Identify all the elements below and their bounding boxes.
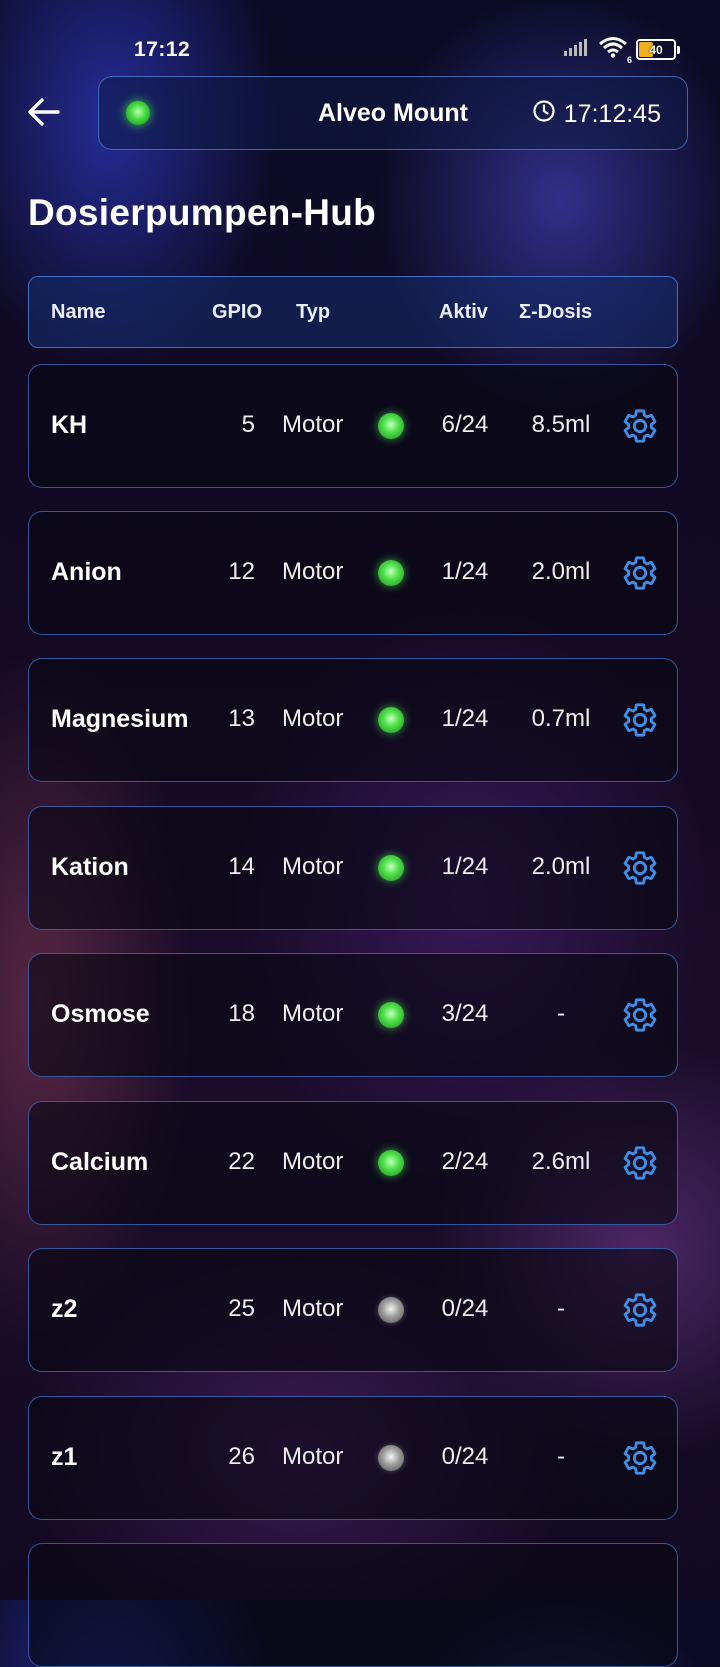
battery-icon: 40 (636, 39, 680, 60)
pump-gpio: 5 (241, 411, 255, 438)
pump-gpio: 13 (228, 705, 255, 732)
clock-time: 17:12:45 (563, 100, 661, 128)
status-led-icon (378, 560, 404, 586)
wifi-icon: 6 (598, 36, 632, 65)
status-led-icon (378, 1150, 404, 1176)
pump-name: Osmose (51, 1000, 150, 1028)
gear-icon[interactable] (621, 554, 659, 592)
status-led-icon (378, 413, 404, 439)
pump-dose: 0.7ml (531, 705, 591, 732)
pump-type: Motor (282, 1295, 344, 1322)
pump-dose: 8.5ml (531, 411, 591, 438)
header-clock: 17:12:45 (532, 99, 661, 130)
gear-icon[interactable] (621, 1439, 659, 1477)
page-title: Dosierpumpen-Hub (28, 192, 377, 233)
pump-name: Calcium (51, 1148, 149, 1176)
pump-gpio: 14 (228, 853, 255, 880)
pump-dose: - (557, 1000, 565, 1027)
table-row[interactable] (28, 1543, 678, 1667)
table-row[interactable]: Osmose 18 Motor 3/24 - (28, 953, 678, 1077)
pump-gpio: 18 (228, 1000, 255, 1027)
pump-dose: 2.6ml (531, 1148, 591, 1175)
table-row[interactable]: z1 26 Motor 0/24 - (28, 1396, 678, 1520)
pump-dose: - (557, 1443, 565, 1470)
pump-name: Anion (51, 558, 122, 586)
status-led-icon (378, 1002, 404, 1028)
column-header-name: Name (51, 301, 106, 323)
pump-name: Magnesium (51, 705, 189, 733)
clock-icon (532, 99, 556, 130)
status-led-icon (378, 707, 404, 733)
pump-type: Motor (282, 411, 344, 438)
gear-icon[interactable] (621, 1291, 659, 1329)
gear-icon[interactable] (621, 407, 659, 445)
pump-aktiv: 1/24 (441, 705, 489, 732)
status-icons: 6 40 (564, 36, 680, 65)
status-led-icon (378, 1297, 404, 1323)
table-row[interactable]: Calcium 22 Motor 2/24 2.6ml (28, 1101, 678, 1225)
pump-dose: - (557, 1295, 565, 1322)
pump-aktiv: 2/24 (441, 1148, 489, 1175)
pump-type: Motor (282, 1148, 344, 1175)
column-header-gpio: GPIO (212, 301, 263, 323)
signal-icon (564, 38, 590, 61)
arrow-left-icon (27, 97, 61, 132)
pump-name: z1 (51, 1443, 78, 1471)
column-header-dosis: Σ-Dosis (519, 301, 593, 323)
pump-gpio: 22 (228, 1148, 255, 1175)
status-time: 17:12 (134, 38, 191, 61)
pump-name: Kation (51, 853, 129, 881)
table-row[interactable]: KH 5 Motor 6/24 8.5ml (28, 364, 678, 488)
column-header-aktiv: Aktiv (439, 301, 488, 323)
pump-gpio: 12 (228, 558, 255, 585)
pump-aktiv: 0/24 (441, 1443, 489, 1470)
pump-aktiv: 0/24 (441, 1295, 489, 1322)
pump-dose: 2.0ml (531, 853, 591, 880)
pump-name: z2 (51, 1295, 78, 1323)
device-header: Alveo Mount 17:12:45 (98, 76, 688, 150)
gear-icon[interactable] (621, 1144, 659, 1182)
table-row[interactable]: z2 25 Motor 0/24 - (28, 1248, 678, 1372)
gear-icon[interactable] (621, 849, 659, 887)
pump-type: Motor (282, 705, 344, 732)
table-row[interactable]: Magnesium 13 Motor 1/24 0.7ml (28, 658, 678, 782)
pump-gpio: 26 (228, 1443, 255, 1470)
table-header: Name GPIO Typ Aktiv Σ-Dosis (28, 276, 678, 348)
wifi-label: 6 (626, 55, 632, 65)
table-row[interactable]: Anion 12 Motor 1/24 2.0ml (28, 511, 678, 635)
pump-aktiv: 6/24 (441, 411, 489, 438)
pump-aktiv: 3/24 (441, 1000, 489, 1027)
status-led-icon (378, 855, 404, 881)
back-button[interactable] (22, 92, 66, 136)
pump-aktiv: 1/24 (441, 853, 489, 880)
pump-type: Motor (282, 558, 344, 585)
pump-gpio: 25 (228, 1295, 255, 1322)
column-header-typ: Typ (296, 301, 331, 323)
status-led-icon (378, 1445, 404, 1471)
battery-level: 40 (649, 42, 663, 57)
pump-name: KH (51, 411, 88, 439)
pump-type: Motor (282, 1443, 344, 1470)
pump-dose: 2.0ml (531, 558, 591, 585)
pump-aktiv: 1/24 (441, 558, 489, 585)
pump-type: Motor (282, 853, 344, 880)
gear-icon[interactable] (621, 996, 659, 1034)
pump-type: Motor (282, 1000, 344, 1027)
table-row[interactable]: Kation 14 Motor 1/24 2.0ml (28, 806, 678, 930)
gear-icon[interactable] (621, 701, 659, 739)
